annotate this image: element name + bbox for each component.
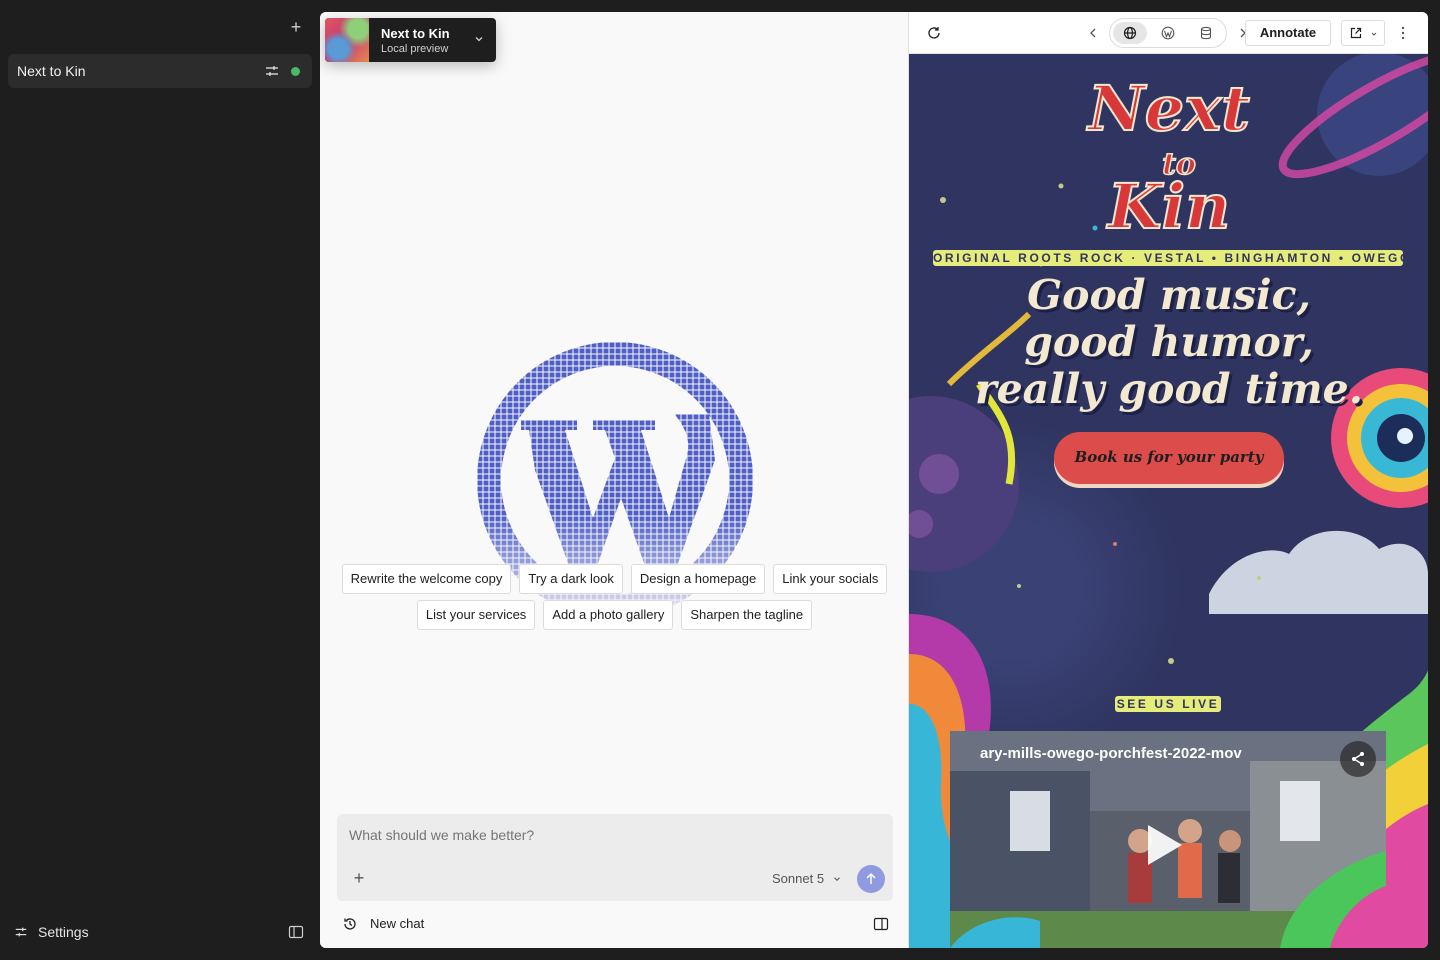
chevron-down-icon — [1371, 32, 1377, 36]
arrow-up-icon — [866, 872, 876, 884]
hero-line: Good music, — [1027, 271, 1311, 319]
database-mode-button[interactable] — [1189, 22, 1223, 44]
preview-toolbar: Annotate — [909, 12, 1428, 54]
suggestion-chip[interactable]: Link your socials — [773, 564, 888, 594]
chevron-down-icon — [834, 876, 840, 881]
hero-line: really good time. — [974, 365, 1364, 413]
prompt-input[interactable] — [349, 824, 879, 846]
sidebar: + Next to Kin Settings — [0, 0, 320, 960]
website-preview: Next to Kin ORIGINAL ROOTS ROCK · VESTAL… — [909, 54, 1428, 948]
chat-pane: Next to Kin Local preview Rewrite the we… — [320, 12, 909, 948]
site-thumbnail — [325, 18, 369, 62]
send-button[interactable] — [857, 865, 885, 893]
model-selector[interactable]: Sonnet 5 — [772, 871, 842, 886]
reload-icon[interactable] — [926, 25, 942, 41]
preview-mode-toggle — [1109, 18, 1227, 48]
annotate-button[interactable]: Annotate — [1245, 20, 1331, 46]
suggestion-chip[interactable]: Design a homepage — [630, 564, 766, 594]
chevron-down-icon — [475, 37, 483, 42]
new-chat-button[interactable]: New chat — [370, 916, 424, 931]
settings-tune-icon — [15, 927, 27, 937]
wordpress-mode-button[interactable] — [1151, 22, 1185, 44]
composer: + Sonnet 5 — [337, 814, 893, 901]
sidebar-item-site[interactable]: Next to Kin — [8, 54, 312, 88]
sidebar-site-name: Next to Kin — [17, 63, 86, 79]
see-us-live-label: SEE US LIVE — [1115, 696, 1221, 712]
suggestion-row-2: List your services Add a photo gallery S… — [320, 600, 909, 630]
app-window: Next to Kin Local preview Rewrite the we… — [320, 12, 1428, 948]
model-name: Sonnet 5 — [772, 871, 825, 886]
video-embed[interactable]: ary-mills-owego-porchfest-2022-mov — [950, 731, 1386, 948]
suggestion-chip[interactable]: Sharpen the tagline — [681, 600, 813, 630]
suggestion-chip[interactable]: Rewrite the welcome copy — [341, 564, 512, 594]
suggestion-row-1: Rewrite the welcome copy Try a dark look… — [320, 564, 909, 594]
globe-mode-button[interactable] — [1113, 22, 1147, 44]
suggestion-chip[interactable]: List your services — [416, 600, 536, 630]
hero-title: Good music, good humor, really good time… — [939, 272, 1399, 413]
database-icon — [1200, 26, 1212, 40]
band-logo: Next to Kin — [1085, 71, 1251, 238]
add-site-icon[interactable]: + — [287, 18, 305, 36]
site-switcher-subtitle: Local preview — [381, 43, 449, 55]
share-button[interactable] — [1340, 741, 1376, 777]
attach-plus-icon[interactable]: + — [351, 869, 367, 887]
suggestion-chip[interactable]: Try a dark look — [519, 564, 623, 594]
settings-label: Settings — [38, 924, 89, 940]
play-icon[interactable] — [1144, 823, 1184, 867]
tagline-strip: ORIGINAL ROOTS ROCK · VESTAL • BINGHAMTO… — [933, 250, 1403, 266]
tune-icon[interactable] — [264, 63, 280, 79]
chevron-left-icon[interactable] — [1087, 26, 1099, 40]
split-panel-icon[interactable] — [873, 916, 889, 932]
settings-button[interactable]: Settings — [14, 922, 89, 942]
site-switcher[interactable]: Next to Kin Local preview — [325, 18, 496, 62]
wordpress-icon — [1161, 26, 1175, 40]
suggestion-chip[interactable]: Add a photo gallery — [543, 600, 674, 630]
preview-pane: Annotate Next to Kin ORIGINAL ROOTS ROCK… — [909, 12, 1428, 948]
logo-line-1: Next — [1086, 72, 1250, 145]
site-switcher-name: Next to Kin — [381, 26, 450, 41]
open-external-button[interactable] — [1341, 20, 1385, 46]
toggle-sidebar-icon[interactable] — [288, 924, 304, 940]
site-status-dot — [291, 67, 300, 76]
video-title: ary-mills-owego-porchfest-2022-mov — [980, 745, 1242, 762]
logo-line-3: Kin — [1106, 170, 1231, 238]
history-icon[interactable] — [342, 916, 358, 932]
globe-icon — [1123, 26, 1137, 40]
suggestion-chips: Rewrite the welcome copy Try a dark look… — [320, 564, 909, 636]
hero-line: good humor, — [1024, 318, 1314, 366]
external-link-icon — [1350, 27, 1362, 39]
more-vertical-icon[interactable] — [1397, 25, 1409, 41]
share-icon — [1352, 752, 1364, 766]
book-party-button[interactable]: Book us for your party — [1054, 432, 1284, 484]
